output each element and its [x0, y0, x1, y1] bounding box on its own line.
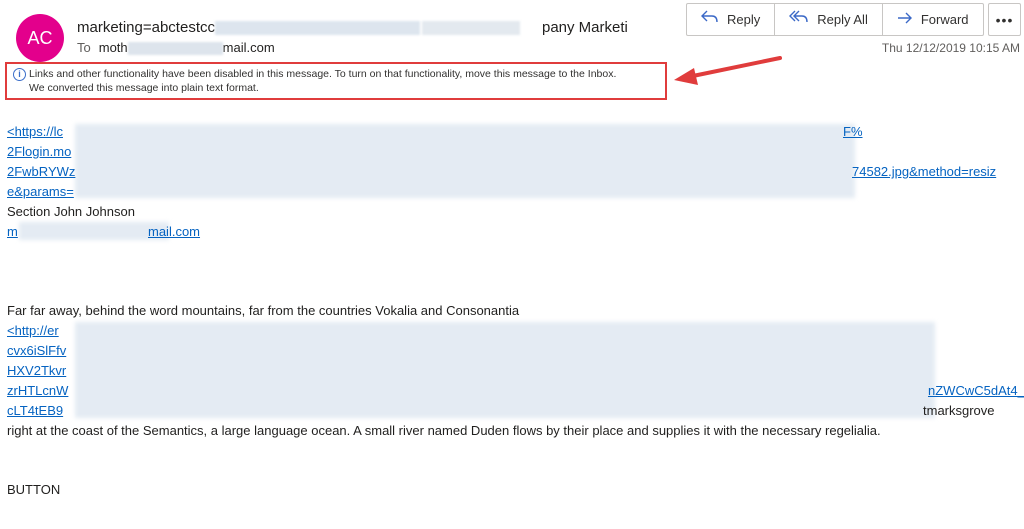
recipient-end: mail.com	[222, 40, 275, 55]
link-text[interactable]: 2Flogin.mo	[7, 144, 71, 159]
redacted-block	[214, 21, 420, 36]
sender-avatar[interactable]: AC	[16, 14, 64, 62]
forward-icon	[897, 11, 913, 29]
reply-icon	[701, 10, 719, 29]
sender-name-end: pany Marketi	[541, 19, 628, 36]
recipient-line: To moth mail.com	[77, 40, 275, 56]
link-text[interactable]: cLT4tEB9	[7, 403, 63, 418]
sender-name-start: marketing=abctestcc	[77, 19, 215, 36]
redacted-block	[421, 21, 520, 36]
link-text[interactable]: e&params=	[7, 184, 74, 199]
paragraph: Far far away, behind the word mountains,…	[7, 303, 520, 318]
recipient-start: moth	[98, 40, 128, 55]
info-icon: i	[13, 68, 26, 81]
paragraph: tmarksgrove	[923, 403, 995, 418]
annotation-arrow-icon	[674, 56, 782, 85]
link-text[interactable]: cvx6iSlFfv	[7, 343, 66, 358]
reply-all-button[interactable]: Reply All	[775, 4, 883, 35]
forward-label: Forward	[920, 12, 969, 27]
message-date: Thu 12/12/2019 10:15 AM	[881, 41, 1020, 55]
redacted-block	[19, 222, 169, 240]
redacted-block	[75, 124, 855, 198]
redacted-block	[127, 42, 223, 56]
reply-all-icon	[789, 10, 809, 29]
reply-label: Reply	[727, 12, 761, 27]
link-text[interactable]: <http://er	[7, 323, 59, 338]
reply-button[interactable]: Reply	[687, 4, 776, 35]
link-text[interactable]: F%	[843, 124, 863, 139]
info-bar: i Links and other functionality have bee…	[5, 62, 667, 100]
to-label: To	[77, 40, 91, 55]
link-text[interactable]: zrHTLcnW	[7, 383, 68, 398]
sender-name[interactable]: marketing=abctestcc pany Marketi	[77, 19, 628, 36]
message-actions: Reply Reply All Forward	[686, 3, 984, 36]
link-text[interactable]: 2FwbRYWz	[7, 164, 75, 179]
link-text[interactable]: nZWCwC5dAt4_	[928, 383, 1024, 398]
sender-signature: Section John Johnson	[7, 204, 135, 219]
email-link[interactable]: m	[7, 224, 18, 239]
email-link[interactable]: mail.com	[148, 224, 200, 239]
info-bar-line2: We converted this message into plain tex…	[29, 82, 259, 94]
paragraph: right at the coast of the Semantics, a l…	[7, 423, 881, 438]
reply-all-label: Reply All	[817, 12, 868, 27]
link-text[interactable]: 74582.jpg&method=resiz	[852, 164, 996, 179]
avatar-initials: AC	[27, 27, 53, 48]
link-text[interactable]: HXV2Tkvr	[7, 363, 66, 378]
more-actions-button[interactable]: •••	[988, 3, 1021, 36]
info-bar-line1: Links and other functionality have been …	[29, 68, 617, 80]
more-icon: •••	[995, 11, 1014, 28]
redacted-block	[75, 322, 935, 418]
link-text[interactable]: <https://lc	[7, 124, 63, 139]
button-text: BUTTON	[7, 482, 61, 497]
forward-button[interactable]: Forward	[883, 4, 983, 35]
